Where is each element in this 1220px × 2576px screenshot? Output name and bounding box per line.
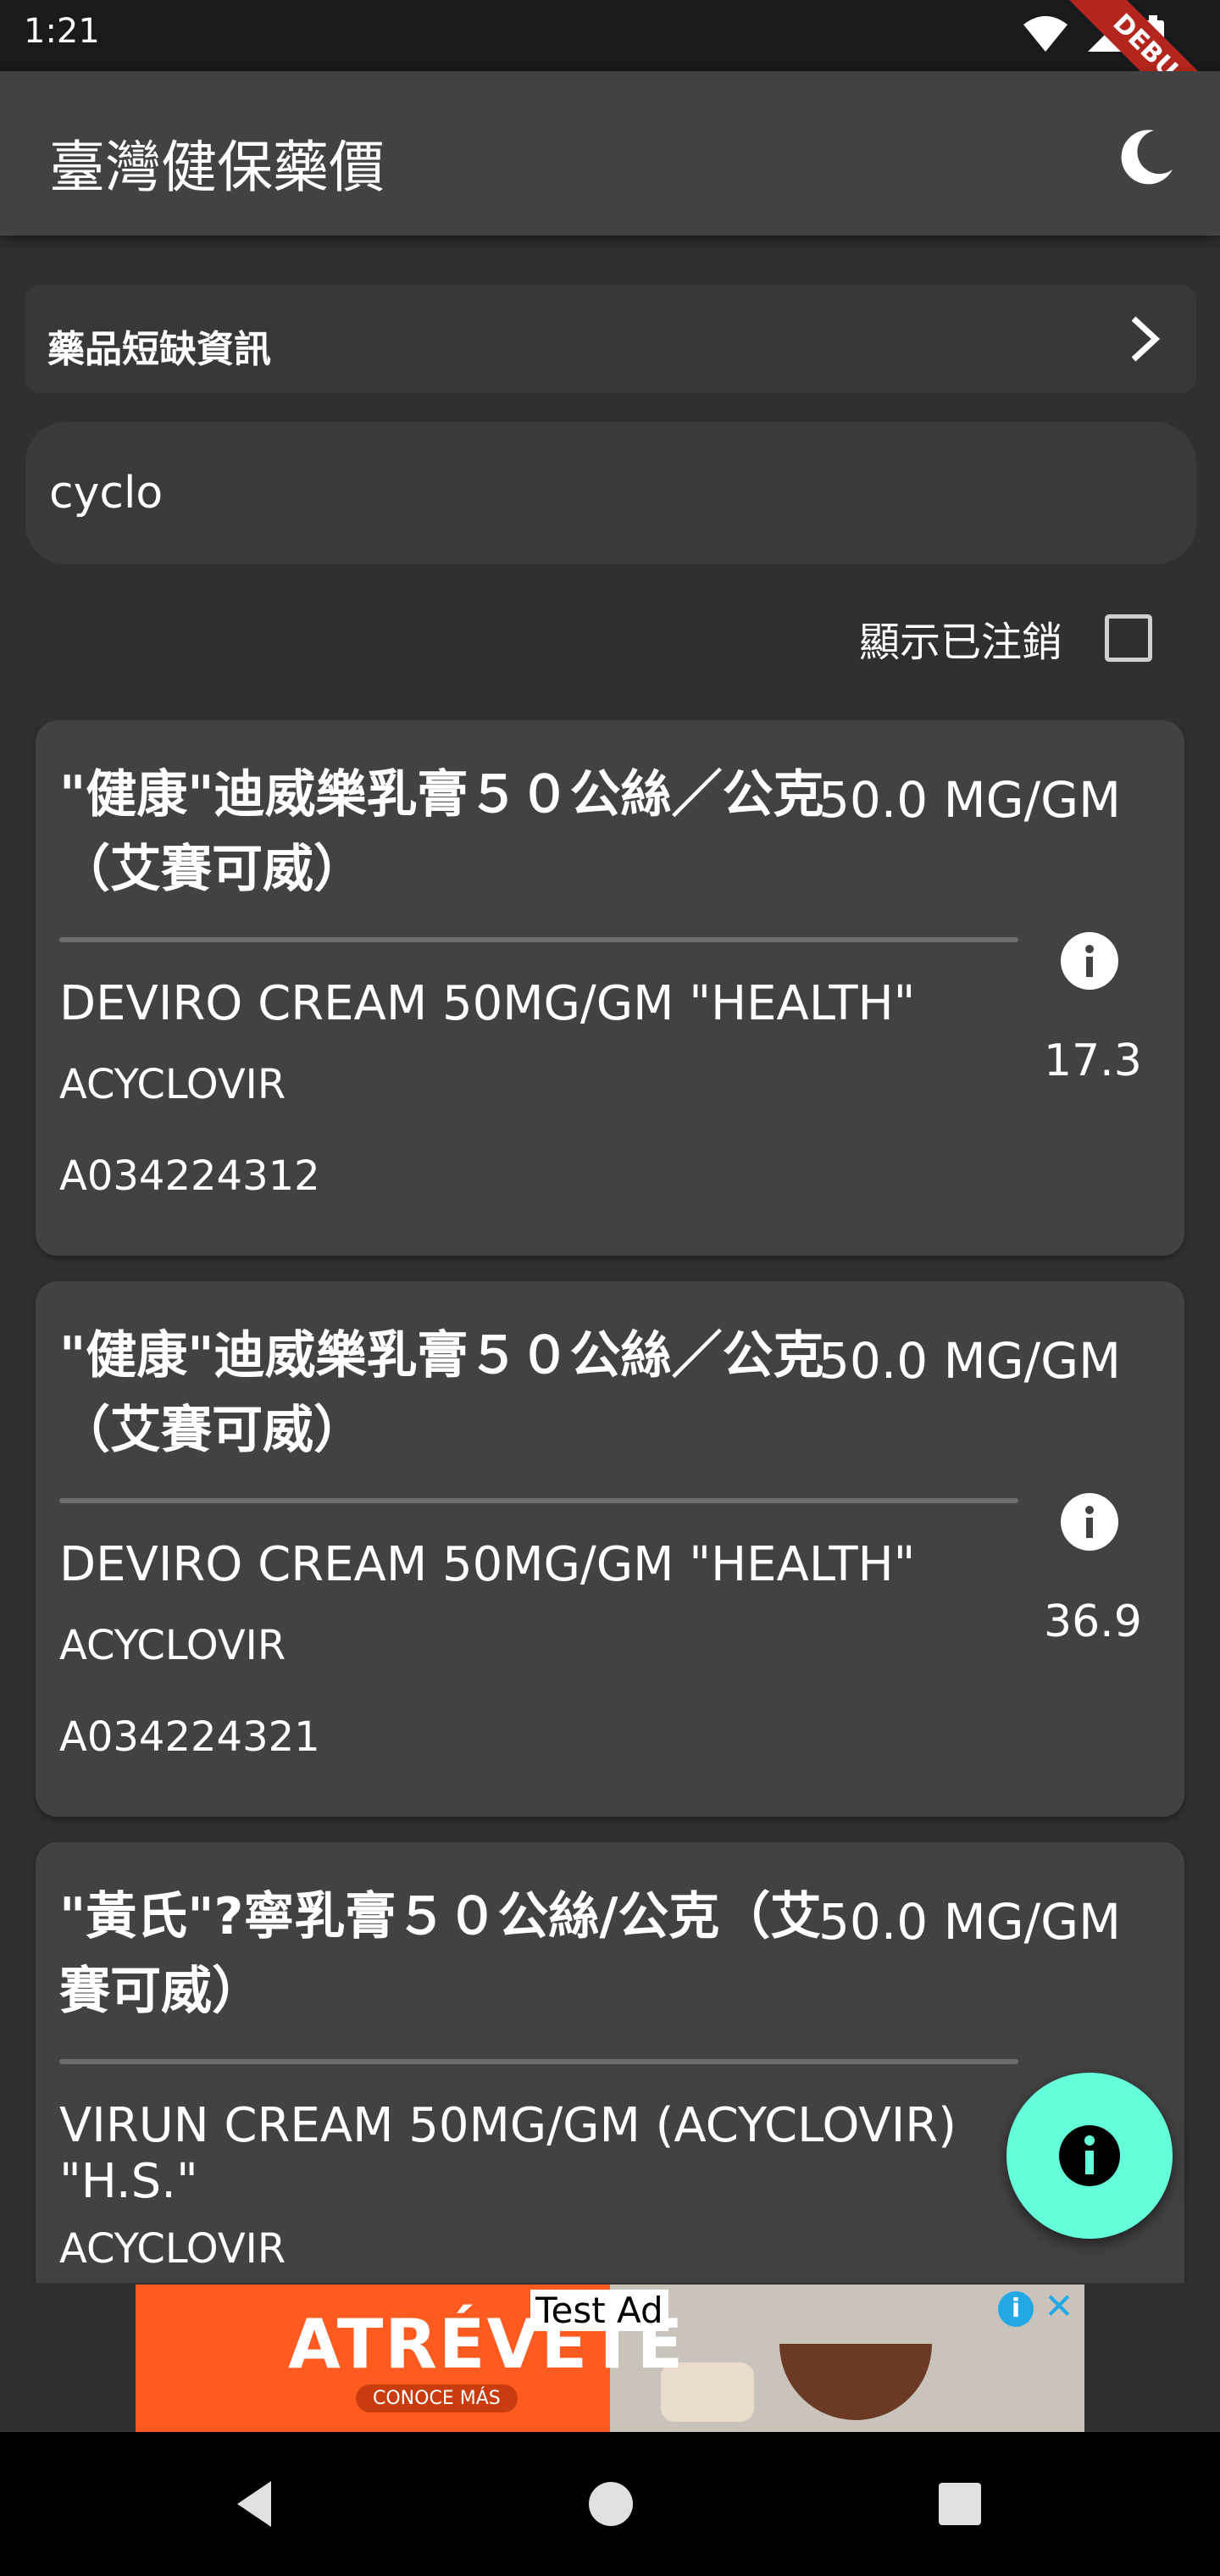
drug-name-zh: "健康"迪威樂乳膏５０公絲／公克（艾賽可威） [59,765,824,899]
drug-dose: 50.0 MG/GM [818,1893,1122,1951]
drug-code: A034224312 [59,1152,320,1200]
moon-icon[interactable] [1117,127,1176,186]
drug-name-zh: "健康"迪威樂乳膏５０公絲／公克（艾賽可威） [59,1326,824,1460]
drug-name-en: VIRUN CREAM 50MG/GM (ACYCLOVIR) "H.S." [59,2098,957,2209]
show-cancelled-label: 顯示已注銷 [858,619,1062,666]
ad-banner[interactable]: ATRÉVETE CONOCE MÁS Test Ad i ✕ [136,2285,1084,2432]
info-fab[interactable] [1006,2073,1173,2239]
ad-close-icon[interactable]: ✕ [1040,2288,1078,2325]
search-input[interactable] [47,456,1152,530]
drug-name-en: DEVIRO CREAM 50MG/GM "HEALTH" [59,1537,916,1592]
show-cancelled-row: 顯示已注銷 [859,608,1152,668]
drug-card[interactable]: "黃氏"?寧乳膏５０公絲/公克（艾賽可威） 50.0 MG/GM VIRUN C… [36,1842,1184,2283]
drug-dose: 50.0 MG/GM [818,1332,1122,1390]
drug-shortage-link[interactable]: 藥品短缺資訊 [25,285,1196,393]
info-icon[interactable] [1061,1493,1118,1551]
wifi-icon [1023,16,1068,52]
divider [59,1498,1018,1503]
divider [59,937,1018,942]
drug-ingredient: ACYCLOVIR [59,1622,286,1669]
drug-price: 36.9 [1044,1596,1142,1647]
ad-test-label: Test Ad [530,2290,668,2331]
ad-bowl-image [779,2344,932,2420]
status-time: 1:21 [24,12,100,51]
ad-info-icon[interactable]: i [998,2291,1034,2327]
page-title: 臺灣健保藥價 [49,135,385,200]
drug-list[interactable]: "健康"迪威樂乳膏５０公絲／公克（艾賽可威） 50.0 MG/GM DEVIRO… [0,720,1220,2283]
search-box [25,422,1196,564]
drug-name-zh: "黃氏"?寧乳膏５０公絲/公克（艾賽可威） [59,1887,822,2021]
drug-name-en: DEVIRO CREAM 50MG/GM "HEALTH" [59,976,916,1031]
status-bar: 1:21 DEBUG [0,0,1220,159]
app-bar: 臺灣健保藥價 [0,71,1220,236]
drug-price: 17.3 [1044,1035,1142,1086]
home-icon[interactable] [581,2474,640,2534]
ad-cta-button[interactable]: CONOCE MÁS [356,2384,518,2412]
drug-dose: 50.0 MG/GM [818,771,1122,829]
drug-ingredient: ACYCLOVIR [59,2225,286,2273]
drug-shortage-label: 藥品短缺資訊 [47,328,271,371]
drug-card[interactable]: "健康"迪威樂乳膏５０公絲／公克（艾賽可威） 50.0 MG/GM DEVIRO… [36,1281,1184,1817]
back-icon[interactable] [225,2474,285,2534]
divider [59,2059,1018,2064]
drug-code: A034224321 [59,1713,320,1761]
recents-icon[interactable] [930,2474,990,2534]
info-icon[interactable] [1061,932,1118,990]
system-nav-bar [0,2432,1220,2576]
show-cancelled-checkbox[interactable] [1105,614,1152,662]
drug-ingredient: ACYCLOVIR [59,1061,286,1108]
chevron-right-icon [1131,316,1161,362]
info-icon [1059,2125,1120,2186]
drug-card[interactable]: "健康"迪威樂乳膏５０公絲／公克（艾賽可威） 50.0 MG/GM DEVIRO… [36,720,1184,1256]
